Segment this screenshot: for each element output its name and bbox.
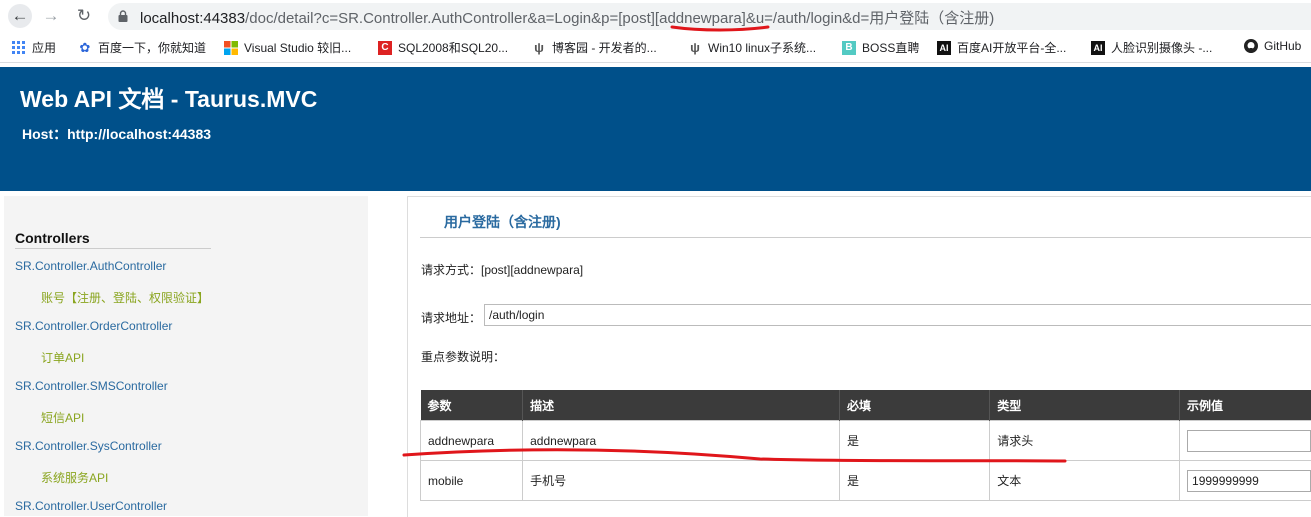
sidebar-item-order-controller[interactable]: SR.Controller.OrderController xyxy=(15,319,172,333)
apps-grid-icon xyxy=(12,41,26,55)
bookmark-label: BOSS直聘 xyxy=(862,39,919,56)
cell-desc: 手机号 xyxy=(523,461,840,501)
bookmarks-bar: 应用 ✿ 百度一下，你就知道 Visual Studio 较旧... C SQL… xyxy=(0,33,1311,63)
cell-param: mobile xyxy=(421,461,523,501)
cell-example: 1999999999 xyxy=(1180,461,1311,501)
address-bar[interactable]: localhost:44383/doc/detail?c=SR.Controll… xyxy=(108,3,1311,30)
example-value-input[interactable] xyxy=(1187,430,1311,452)
column-header-desc: 描述 xyxy=(523,390,840,421)
forward-arrow-icon[interactable]: → xyxy=(40,5,62,27)
sidebar-item-sys-controller[interactable]: SR.Controller.SysController xyxy=(15,439,162,453)
bookmark-boss[interactable]: B BOSS直聘 xyxy=(842,39,919,56)
sidebar-item-sms-controller[interactable]: SR.Controller.SMSController xyxy=(15,379,168,393)
bookmark-github[interactable]: GitHub xyxy=(1244,39,1301,53)
request-url-label: 请求地址： xyxy=(421,309,481,326)
url-path: /doc/detail?c=SR.Controller.AuthControll… xyxy=(245,10,994,27)
bookmark-baidu-ai[interactable]: AI 百度AI开放平台-全... xyxy=(937,39,1066,56)
host-label: Host：http://localhost:44383 xyxy=(22,124,211,144)
baidu-paw-icon: ✿ xyxy=(78,41,92,55)
api-detail-panel: 用户登陆（含注册) 请求方式：[post][addnewpara] 请求地址： … xyxy=(407,196,1311,517)
example-value-input[interactable]: 1999999999 xyxy=(1187,470,1311,492)
api-title: 用户登陆（含注册) xyxy=(444,212,561,232)
cnblogs-icon: ψ xyxy=(688,41,702,55)
cell-type: 文本 xyxy=(990,461,1180,501)
params-table: 参数 描述 必填 类型 示例值 addnewpara addnewpara 是 … xyxy=(420,390,1311,501)
ai-icon: AI xyxy=(937,41,951,55)
bookmark-label: 百度一下，你就知道 xyxy=(98,39,206,56)
request-method-label: 请求方式：[post][addnewpara] xyxy=(421,261,583,278)
bookmark-sql[interactable]: C SQL2008和SQL20... xyxy=(378,39,508,56)
bookmark-win10-linux[interactable]: ψ Win10 linux子系统... xyxy=(688,39,816,56)
request-url-field[interactable]: /auth/login xyxy=(484,304,1311,326)
column-header-param: 参数 xyxy=(421,390,523,421)
table-row: mobile 手机号 是 文本 1999999999 xyxy=(421,461,1311,501)
title-divider xyxy=(420,237,1311,238)
bookmark-face-camera[interactable]: AI 人脸识别摄像头 -... xyxy=(1091,39,1212,56)
sidebar-item-sys-desc[interactable]: 系统服务API xyxy=(41,469,108,486)
sidebar-item-auth-controller[interactable]: SR.Controller.AuthController xyxy=(15,259,166,273)
reload-icon[interactable]: ↻ xyxy=(73,5,95,27)
c-red-icon: C xyxy=(378,41,392,55)
params-label: 重点参数说明： xyxy=(421,348,505,365)
sidebar-item-auth-desc[interactable]: 账号【注册、登陆、权限验证】 xyxy=(41,289,209,306)
controllers-sidebar: Controllers SR.Controller.AuthController… xyxy=(4,196,368,516)
browser-toolbar: ← → ↻ localhost:44383/doc/detail?c=SR.Co… xyxy=(0,0,1311,33)
cnblogs-icon: ψ xyxy=(532,41,546,55)
bookmark-visual-studio[interactable]: Visual Studio 较旧... xyxy=(224,39,351,56)
cell-type: 请求头 xyxy=(990,421,1180,461)
cell-param: addnewpara xyxy=(421,421,523,461)
cell-required: 是 xyxy=(839,421,989,461)
bookmark-cnblogs[interactable]: ψ 博客园 - 开发者的... xyxy=(532,39,657,56)
bookmark-label: 人脸识别摄像头 -... xyxy=(1111,39,1212,56)
table-row: addnewpara addnewpara 是 请求头 xyxy=(421,421,1311,461)
bookmark-label: GitHub xyxy=(1264,39,1301,53)
bookmark-label: Visual Studio 较旧... xyxy=(244,39,351,56)
column-header-example: 示例值 xyxy=(1180,390,1311,421)
bookmark-label: 博客园 - 开发者的... xyxy=(552,39,657,56)
bookmark-apps[interactable]: 应用 xyxy=(12,39,56,56)
bookmark-label: 百度AI开放平台-全... xyxy=(957,39,1066,56)
bookmark-label: SQL2008和SQL20... xyxy=(398,39,508,56)
ai-icon: AI xyxy=(1091,41,1105,55)
column-header-type: 类型 xyxy=(990,390,1180,421)
cell-example xyxy=(1180,421,1311,461)
bookmark-label: Win10 linux子系统... xyxy=(708,39,816,56)
boss-icon: B xyxy=(842,41,856,55)
cell-required: 是 xyxy=(839,461,989,501)
url-host: localhost:44383 xyxy=(140,10,245,27)
sidebar-item-sms-desc[interactable]: 短信API xyxy=(41,409,84,426)
page-header: Web API 文档 - Taurus.MVC Host：http://loca… xyxy=(0,67,1311,191)
url-text[interactable]: localhost:44383/doc/detail?c=SR.Controll… xyxy=(140,7,994,28)
sidebar-divider xyxy=(15,248,211,249)
lock-icon xyxy=(118,10,128,22)
bookmark-label: 应用 xyxy=(32,39,56,56)
cell-desc: addnewpara xyxy=(523,421,840,461)
back-arrow-icon[interactable]: ← xyxy=(8,4,32,28)
sidebar-title: Controllers xyxy=(15,230,90,246)
table-header-row: 参数 描述 必填 类型 示例值 xyxy=(421,390,1311,421)
github-icon xyxy=(1244,39,1258,53)
sidebar-item-order-desc[interactable]: 订单API xyxy=(41,349,84,366)
microsoft-logo-icon xyxy=(224,41,238,55)
page-title: Web API 文档 - Taurus.MVC xyxy=(20,80,317,114)
column-header-required: 必填 xyxy=(839,390,989,421)
sidebar-item-user-controller[interactable]: SR.Controller.UserController xyxy=(15,499,167,513)
bookmark-baidu[interactable]: ✿ 百度一下，你就知道 xyxy=(78,39,206,56)
